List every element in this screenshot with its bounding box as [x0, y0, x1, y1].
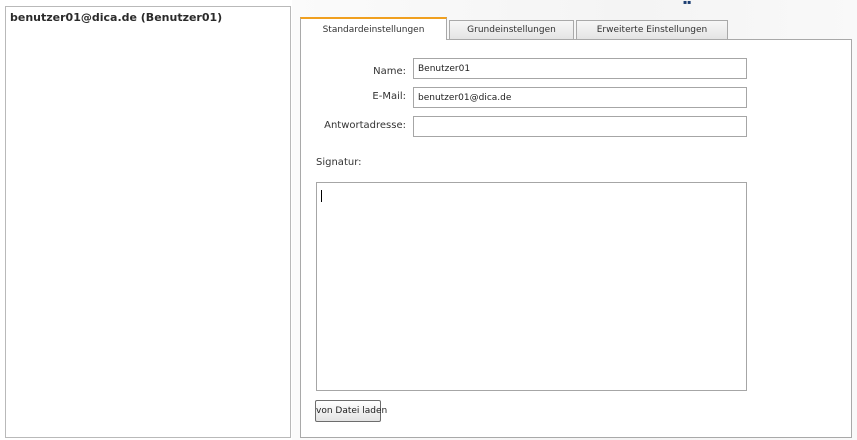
- text-cursor: [321, 190, 322, 202]
- signature-textarea[interactable]: [316, 182, 747, 391]
- window-edge-mark: ▪▪: [683, 0, 692, 6]
- reply-address-input[interactable]: [413, 116, 747, 137]
- name-input[interactable]: [413, 58, 747, 79]
- settings-tab-strip: Standardeinstellungen Grundeinstellungen…: [300, 17, 852, 40]
- email-label: E-Mail:: [372, 91, 406, 102]
- tab-grundeinstellungen[interactable]: Grundeinstellungen: [449, 20, 574, 39]
- tab-erweiterte-einstellungen[interactable]: Erweiterte Einstellungen: [576, 20, 728, 39]
- account-list[interactable]: benutzer01@dica.de (Benutzer01): [5, 6, 291, 438]
- reply-address-label: Antwortadresse:: [324, 120, 406, 131]
- signature-label: Signatur:: [316, 157, 362, 168]
- account-list-item[interactable]: benutzer01@dica.de (Benutzer01): [10, 11, 222, 24]
- load-from-file-button[interactable]: von Datei laden: [315, 400, 387, 422]
- name-label: Name:: [373, 66, 406, 77]
- mail-account-settings-window: benutzer01@dica.de (Benutzer01) ▪▪ Stand…: [0, 0, 857, 440]
- email-input[interactable]: [413, 87, 747, 108]
- tab-standardeinstellungen[interactable]: Standardeinstellungen: [300, 17, 447, 40]
